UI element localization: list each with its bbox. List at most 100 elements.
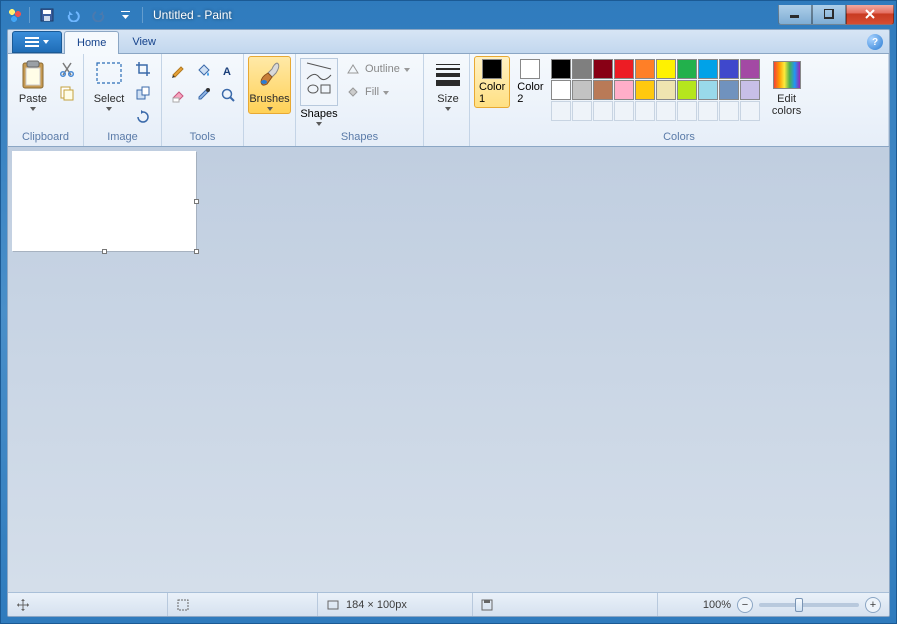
color1-button[interactable]: Color 1: [474, 56, 510, 108]
client-area: Home View ? Paste Clipboard: [7, 29, 890, 617]
color-palette: [551, 56, 760, 121]
group-shapes: Shapes Outline Fill Shapes: [296, 54, 424, 146]
palette-color[interactable]: [614, 80, 634, 100]
disk-icon: [481, 599, 493, 611]
group-brushes: Brushes: [244, 54, 296, 146]
palette-empty[interactable]: [719, 101, 739, 121]
minimize-button[interactable]: [778, 5, 812, 25]
palette-color[interactable]: [719, 59, 739, 79]
palette-color[interactable]: [740, 59, 760, 79]
clipboard-icon: [17, 59, 49, 91]
group-tools: A Tools: [162, 54, 244, 146]
resize-handle-se[interactable]: [194, 249, 199, 254]
canvas-area[interactable]: [8, 147, 889, 592]
status-zoom: 100% − +: [658, 593, 889, 616]
zoom-slider[interactable]: [759, 603, 859, 607]
cut-button[interactable]: [56, 58, 78, 80]
fill-tool[interactable]: [191, 58, 215, 82]
palette-empty[interactable]: [551, 101, 571, 121]
edit-colors-icon: [771, 59, 803, 91]
canvas-size-icon: [326, 598, 340, 612]
palette-empty[interactable]: [635, 101, 655, 121]
palette-color[interactable]: [719, 80, 739, 100]
brushes-button[interactable]: Brushes: [248, 56, 291, 114]
redo-icon[interactable]: [88, 4, 110, 26]
chevron-down-icon: [106, 107, 112, 111]
cursor-pos-icon: [16, 598, 30, 612]
group-clipboard: Paste Clipboard: [8, 54, 84, 146]
palette-color[interactable]: [551, 59, 571, 79]
svg-text:A: A: [223, 66, 231, 78]
color2-button[interactable]: Color 2: [512, 56, 548, 108]
palette-empty[interactable]: [614, 101, 634, 121]
window-title: Untitled - Paint: [153, 8, 232, 22]
resize-button[interactable]: [132, 82, 154, 104]
chevron-down-icon: [316, 122, 322, 126]
palette-empty[interactable]: [593, 101, 613, 121]
palette-color[interactable]: [551, 80, 571, 100]
palette-color[interactable]: [698, 80, 718, 100]
text-tool[interactable]: A: [216, 58, 240, 82]
paste-button[interactable]: Paste: [12, 56, 54, 114]
close-button[interactable]: [846, 5, 894, 25]
palette-empty[interactable]: [656, 101, 676, 121]
status-cursor-pos: [8, 593, 168, 616]
undo-icon[interactable]: [62, 4, 84, 26]
select-icon: [93, 59, 125, 91]
palette-color[interactable]: [698, 59, 718, 79]
canvas[interactable]: [12, 151, 196, 251]
size-button[interactable]: Size: [428, 56, 468, 114]
palette-color[interactable]: [677, 80, 697, 100]
palette-color[interactable]: [593, 80, 613, 100]
magnifier-tool[interactable]: [216, 83, 240, 107]
tab-home[interactable]: Home: [64, 31, 119, 54]
save-icon[interactable]: [36, 4, 58, 26]
outline-button[interactable]: Outline: [340, 58, 415, 80]
ribbon-tabbar: Home View ?: [8, 30, 889, 54]
resize-handle-e[interactable]: [194, 199, 199, 204]
palette-empty[interactable]: [698, 101, 718, 121]
resize-handle-s[interactable]: [102, 249, 107, 254]
palette-color[interactable]: [740, 80, 760, 100]
palette-empty[interactable]: [740, 101, 760, 121]
palette-color[interactable]: [656, 80, 676, 100]
zoom-in-button[interactable]: +: [865, 597, 881, 613]
palette-color[interactable]: [635, 59, 655, 79]
palette-color[interactable]: [572, 80, 592, 100]
zoom-out-button[interactable]: −: [737, 597, 753, 613]
fill-button[interactable]: Fill: [340, 81, 415, 103]
file-menu-button[interactable]: [12, 31, 62, 53]
crop-button[interactable]: [132, 58, 154, 80]
chevron-down-icon: [445, 107, 451, 111]
maximize-button[interactable]: [812, 5, 846, 25]
rotate-button[interactable]: [132, 106, 154, 128]
pencil-tool[interactable]: [166, 58, 190, 82]
paint-app-icon: [7, 7, 23, 23]
chevron-down-icon: [43, 40, 49, 44]
palette-color[interactable]: [635, 80, 655, 100]
select-button[interactable]: Select: [88, 56, 130, 114]
group-size: Size: [424, 54, 470, 146]
eyedropper-tool[interactable]: [191, 83, 215, 107]
palette-color[interactable]: [656, 59, 676, 79]
palette-empty[interactable]: [572, 101, 592, 121]
palette-empty[interactable]: [677, 101, 697, 121]
edit-colors-button[interactable]: Edit colors: [766, 56, 808, 120]
copy-button[interactable]: [56, 82, 78, 104]
status-file-size: [473, 593, 658, 616]
menu-icon: [25, 37, 39, 47]
shapes-gallery[interactable]: [300, 58, 338, 106]
palette-color[interactable]: [572, 59, 592, 79]
palette-color[interactable]: [593, 59, 613, 79]
color1-swatch: [482, 59, 502, 79]
ribbon: Paste Clipboard Select: [8, 54, 889, 147]
eraser-tool[interactable]: [166, 83, 190, 107]
zoom-thumb[interactable]: [795, 598, 803, 612]
help-icon[interactable]: ?: [867, 34, 883, 50]
titlebar: Untitled - Paint: [1, 1, 896, 29]
palette-color[interactable]: [677, 59, 697, 79]
tab-view[interactable]: View: [119, 30, 169, 53]
qat-customize-icon[interactable]: [114, 4, 136, 26]
palette-color[interactable]: [614, 59, 634, 79]
chevron-down-icon: [267, 107, 273, 111]
